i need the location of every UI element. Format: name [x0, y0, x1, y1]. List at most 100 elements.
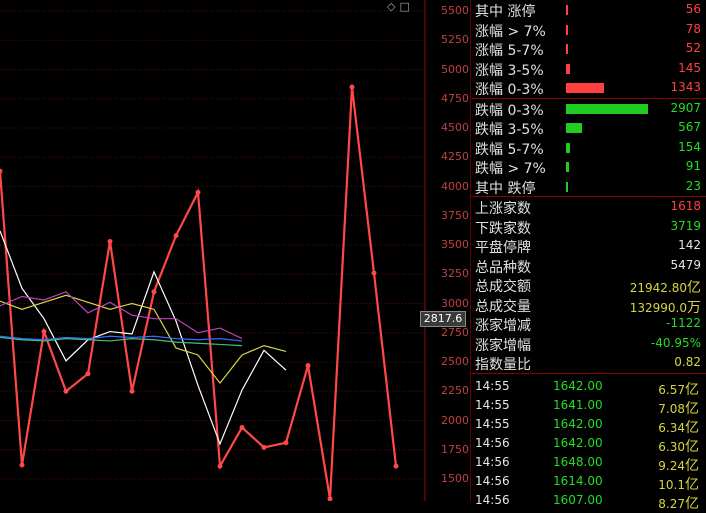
tick-row[interactable]: 14:56 1607.00 8.27亿 [471, 490, 706, 512]
breadth-value: 91 [685, 159, 701, 173]
stat-number: 1618 [670, 199, 701, 213]
tick-time: 14:56 [475, 473, 510, 488]
stat-value: -1122 [666, 316, 701, 330]
stat-row: 指数量比 0.82 [471, 353, 706, 373]
diamond-icon[interactable]: ◇ [387, 0, 395, 13]
breadth-bar [566, 162, 569, 172]
breadth-value: 567 [678, 120, 701, 134]
market-stats: 上涨家数 1618 下跌家数 3719 平盘停牌 142 总品种数 5479 总成交额 21942… [471, 197, 706, 374]
tick-row[interactable]: 14:56 1614.00 10.1亿 [471, 471, 706, 493]
y-tick-label: 1500 [441, 472, 469, 485]
tick-price: 1607.00 [553, 492, 603, 507]
data-point [195, 189, 201, 195]
breadth-label: 涨幅 3-5% [475, 62, 544, 79]
breadth-bar [566, 5, 568, 15]
stat-label: 涨家增幅 [475, 337, 531, 354]
tick-price: 1614.00 [553, 473, 603, 488]
tick-row[interactable]: 14:56 1642.00 6.30亿 [471, 433, 706, 455]
breadth-value: 78 [685, 21, 701, 36]
stat-number: 3719 [670, 218, 701, 233]
tick-row[interactable]: 14:56 1648.00 9.24亿 [471, 452, 706, 474]
tick-list[interactable]: 14:55 1642.00 6.57亿 14:55 1641.00 7.08亿 14:55 1… [471, 374, 706, 512]
breadth-value: 154 [678, 139, 701, 154]
breadth-bar [566, 123, 582, 133]
stat-row: 涨家增幅 -40.95% [471, 334, 706, 354]
y-tick-label: 1750 [441, 442, 469, 456]
line-chart[interactable] [0, 0, 470, 501]
breadth-value: 1343 [670, 80, 701, 94]
breadth-bar [566, 83, 604, 93]
stat-number: 21942.80 [629, 281, 687, 295]
breadth-row: 涨幅 3-5% 145 [471, 59, 706, 79]
data-point [327, 496, 333, 501]
stat-row: 总品种数 5479 [471, 256, 706, 276]
stat-value: -40.95% [651, 336, 701, 350]
fall-distribution: 跌幅 0-3% 2907 跌幅 3-5% 567 跌幅 5-7% 154 跌幅 > 7% 91… [471, 99, 706, 197]
series-line-5 [0, 336, 243, 347]
breadth-label: 跌幅 0-3% [475, 102, 544, 119]
stat-row: 下跌家数 3719 [471, 217, 706, 237]
stat-label: 总品种数 [475, 259, 531, 276]
chart-toolbar: ◇ □ [387, 0, 414, 13]
breadth-bar [566, 142, 571, 153]
breadth-row: 涨幅 0-3% 1343 [471, 78, 706, 98]
data-point [217, 463, 223, 469]
breadth-label: 涨幅 > 7% [475, 23, 546, 40]
tick-row[interactable]: 14:55 1641.00 7.08亿 [471, 395, 706, 417]
tick-amount-unit: 亿 [685, 495, 699, 512]
data-point [349, 84, 355, 90]
breadth-row: 跌幅 0-3% 2907 [471, 99, 706, 119]
tick-price: 1642.00 [553, 416, 603, 431]
tick-row[interactable]: 14:55 1642.00 6.34亿 [471, 414, 706, 436]
breadth-label: 跌幅 5-7% [475, 141, 544, 158]
tick-time: 14:55 [475, 416, 510, 431]
tick-time: 14:55 [475, 378, 510, 393]
breadth-bar [566, 24, 569, 35]
data-point [41, 329, 47, 335]
y-tick-label: 2250 [441, 384, 469, 398]
stat-row: 涨家增减 -1122 [471, 314, 706, 334]
tick-time: 14:56 [475, 435, 510, 450]
stat-number: 142 [678, 238, 701, 252]
data-point [0, 168, 3, 174]
tick-price: 1642.00 [553, 435, 603, 450]
stat-number: -40.95% [650, 335, 701, 350]
breadth-row: 跌幅 3-5% 567 [471, 118, 706, 138]
breadth-row: 涨幅 > 7% 78 [471, 20, 706, 40]
breadth-value: 145 [678, 60, 701, 75]
breadth-bar [566, 44, 568, 54]
breadth-label: 涨幅 5-7% [475, 43, 544, 59]
market-chart[interactable]: 5500 5250 5000 4750 4500 4250 4000 3750 3500 3250… [0, 0, 470, 501]
data-point [239, 425, 245, 431]
data-point [63, 388, 69, 394]
tick-price: 1642.00 [553, 378, 603, 393]
breadth-label: 其中 涨停 [475, 4, 536, 20]
stat-number: 0.82 [674, 355, 701, 369]
breadth-value: 52 [685, 41, 701, 55]
y-tick-label: 4750 [441, 91, 469, 105]
breadth-row: 跌幅 5-7% 154 [471, 138, 706, 158]
square-icon[interactable]: □ [399, 0, 409, 13]
breadth-row: 跌幅 > 7% 91 [471, 157, 706, 177]
breadth-value: 23 [685, 178, 701, 193]
stat-value: 142 [678, 238, 701, 252]
stat-row: 总成交量 132990.0万 [471, 295, 706, 316]
data-point [173, 233, 179, 239]
y-tick-label: 5000 [441, 62, 469, 76]
y-tick-label: 3250 [441, 267, 469, 281]
tick-row[interactable]: 14:55 1642.00 6.57亿 [471, 376, 706, 398]
stat-row: 上涨家数 1618 [471, 197, 706, 217]
stat-number: 5479 [670, 257, 701, 272]
data-point [85, 371, 91, 377]
market-breadth-panel: 其中 涨停 56 涨幅 > 7% 78 涨幅 5-7% 52 涨幅 3-5% 145 涨幅 0-… [470, 0, 706, 512]
stat-label: 总成交额 [475, 279, 531, 295]
cursor-value-label: 2817.6 [420, 311, 466, 327]
breadth-value: 56 [685, 2, 701, 16]
breadth-bar [566, 63, 571, 74]
y-tick-label: 2000 [441, 413, 469, 427]
stat-label: 总成交量 [475, 298, 531, 315]
data-point [393, 463, 399, 469]
data-point [305, 363, 311, 369]
data-point [129, 388, 135, 394]
stat-row: 平盘停牌 142 [471, 236, 706, 256]
